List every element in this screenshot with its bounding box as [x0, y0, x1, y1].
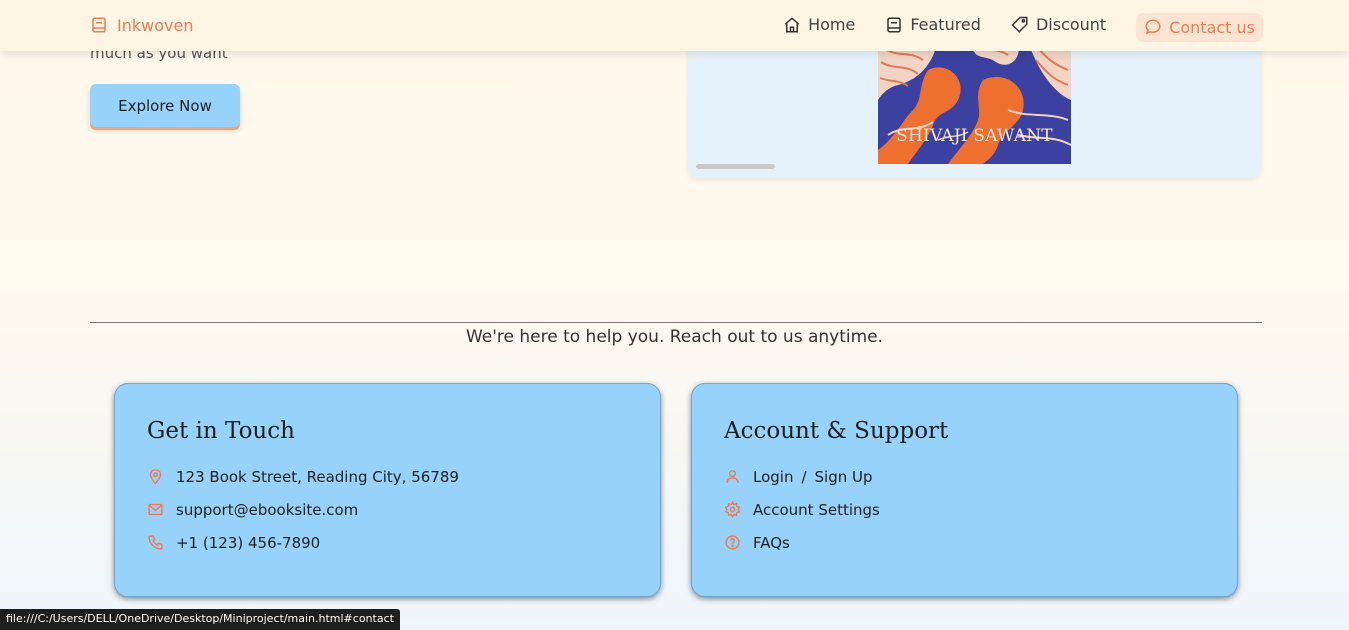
nav-links: Home Featured Discount Contact us	[783, 9, 1263, 42]
address-text: 123 Book Street, Reading City, 56789	[176, 467, 459, 486]
nav-featured-label: Featured	[910, 15, 981, 34]
get-in-touch-title: Get in Touch	[147, 418, 295, 444]
mail-icon	[148, 503, 163, 516]
user-icon	[726, 470, 739, 483]
home-icon	[784, 16, 800, 32]
chat-icon	[1145, 19, 1161, 35]
navbar: Inkwoven Home Featured Discount Contact …	[0, 0, 1349, 51]
section-divider	[90, 322, 1262, 323]
phone-icon	[148, 535, 163, 550]
nav-discount[interactable]: Discount	[1011, 15, 1106, 34]
faqs-row[interactable]: FAQs	[724, 526, 1205, 559]
gear-icon	[724, 501, 741, 518]
nav-featured[interactable]: Featured	[885, 15, 981, 34]
login-signup-row: Login / Sign Up	[724, 460, 1205, 493]
email-row[interactable]: support@ebooksite.com	[147, 493, 628, 526]
browser-status-url: file:///C:/Users/DELL/OneDrive/Desktop/M…	[0, 609, 400, 630]
account-settings-row[interactable]: Account Settings	[724, 493, 1205, 526]
phone-text[interactable]: +1 (123) 456-7890	[176, 534, 320, 552]
account-support-card: Account & Support Login / Sign Up Accoun…	[691, 383, 1238, 597]
contact-subtitle: We're here to help you. Reach out to us …	[465, 327, 884, 347]
book-author: SHIVAJI SAWANT	[896, 126, 1053, 146]
faqs-link[interactable]: FAQs	[753, 534, 790, 552]
nav-home[interactable]: Home	[783, 15, 855, 34]
explore-now-button[interactable]: Explore Now	[90, 84, 240, 127]
signup-link[interactable]: Sign Up	[815, 468, 873, 486]
address-row: 123 Book Street, Reading City, 56789	[147, 460, 628, 493]
account-settings-link[interactable]: Account Settings	[753, 501, 880, 519]
tag-icon	[1011, 16, 1028, 33]
nav-home-label: Home	[808, 15, 856, 34]
login-separator: /	[801, 467, 807, 486]
phone-row[interactable]: +1 (123) 456-7890	[147, 526, 628, 559]
email-text[interactable]: support@ebooksite.com	[176, 501, 358, 519]
book-carousel[interactable]: SHIVAJI SAWANT	[688, 40, 1261, 178]
login-link[interactable]: Login	[753, 468, 793, 486]
account-support-title: Account & Support	[724, 418, 949, 444]
book-icon	[887, 17, 902, 32]
brand-logo[interactable]: Inkwoven	[90, 13, 193, 37]
brand-name: Inkwoven	[117, 15, 194, 35]
nav-contact[interactable]: Contact us	[1136, 12, 1263, 42]
book-icon	[92, 17, 106, 33]
location-pin-icon	[149, 469, 162, 485]
book-cover[interactable]: SHIVAJI SAWANT	[878, 40, 1071, 164]
get-in-touch-card: Get in Touch 123 Book Street, Reading Ci…	[114, 383, 661, 597]
carousel-scrollbar[interactable]	[696, 164, 775, 169]
help-circle-icon	[725, 535, 740, 550]
nav-discount-label: Discount	[1035, 15, 1107, 34]
nav-contact-label: Contact us	[1169, 17, 1255, 37]
